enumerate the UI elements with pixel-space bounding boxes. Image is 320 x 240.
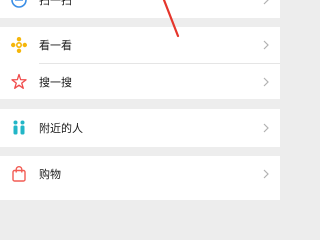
menu-item-label: 购物	[39, 168, 61, 181]
chevron-right-icon	[263, 123, 269, 133]
menu-item-scan[interactable]: 扫一扫	[0, 0, 280, 18]
menu-item-label: 附近的人	[39, 122, 83, 135]
chevron-right-icon	[263, 169, 269, 179]
chevron-right-icon	[263, 77, 269, 87]
search-star-icon	[11, 73, 27, 89]
wechat-discover-screen: 扫一扫 看一看 搜一搜 附近的人 购物	[0, 0, 280, 200]
menu-item-label: 看一看	[39, 39, 72, 52]
menu-item-label: 扫一扫	[39, 0, 72, 7]
annotation-arrow	[162, 0, 180, 38]
menu-item-shopping[interactable]: 购物	[0, 156, 280, 192]
menu-group-shopping: 购物	[0, 156, 280, 200]
menu-group-nearby: 附近的人	[0, 109, 280, 147]
look-icon	[11, 37, 27, 53]
nearby-people-icon	[13, 120, 25, 135]
menu-item-label: 搜一搜	[39, 76, 72, 89]
menu-item-nearby[interactable]: 附近的人	[0, 110, 280, 146]
menu-item-search[interactable]: 搜一搜	[0, 64, 280, 100]
menu-group-scan: 扫一扫	[0, 0, 280, 18]
menu-item-look[interactable]: 看一看	[0, 27, 280, 63]
scan-icon	[11, 0, 27, 8]
shopping-bag-icon	[12, 166, 26, 182]
menu-group-look-search: 看一看 搜一搜	[0, 27, 280, 99]
chevron-right-icon	[263, 0, 269, 5]
chevron-right-icon	[263, 40, 269, 50]
